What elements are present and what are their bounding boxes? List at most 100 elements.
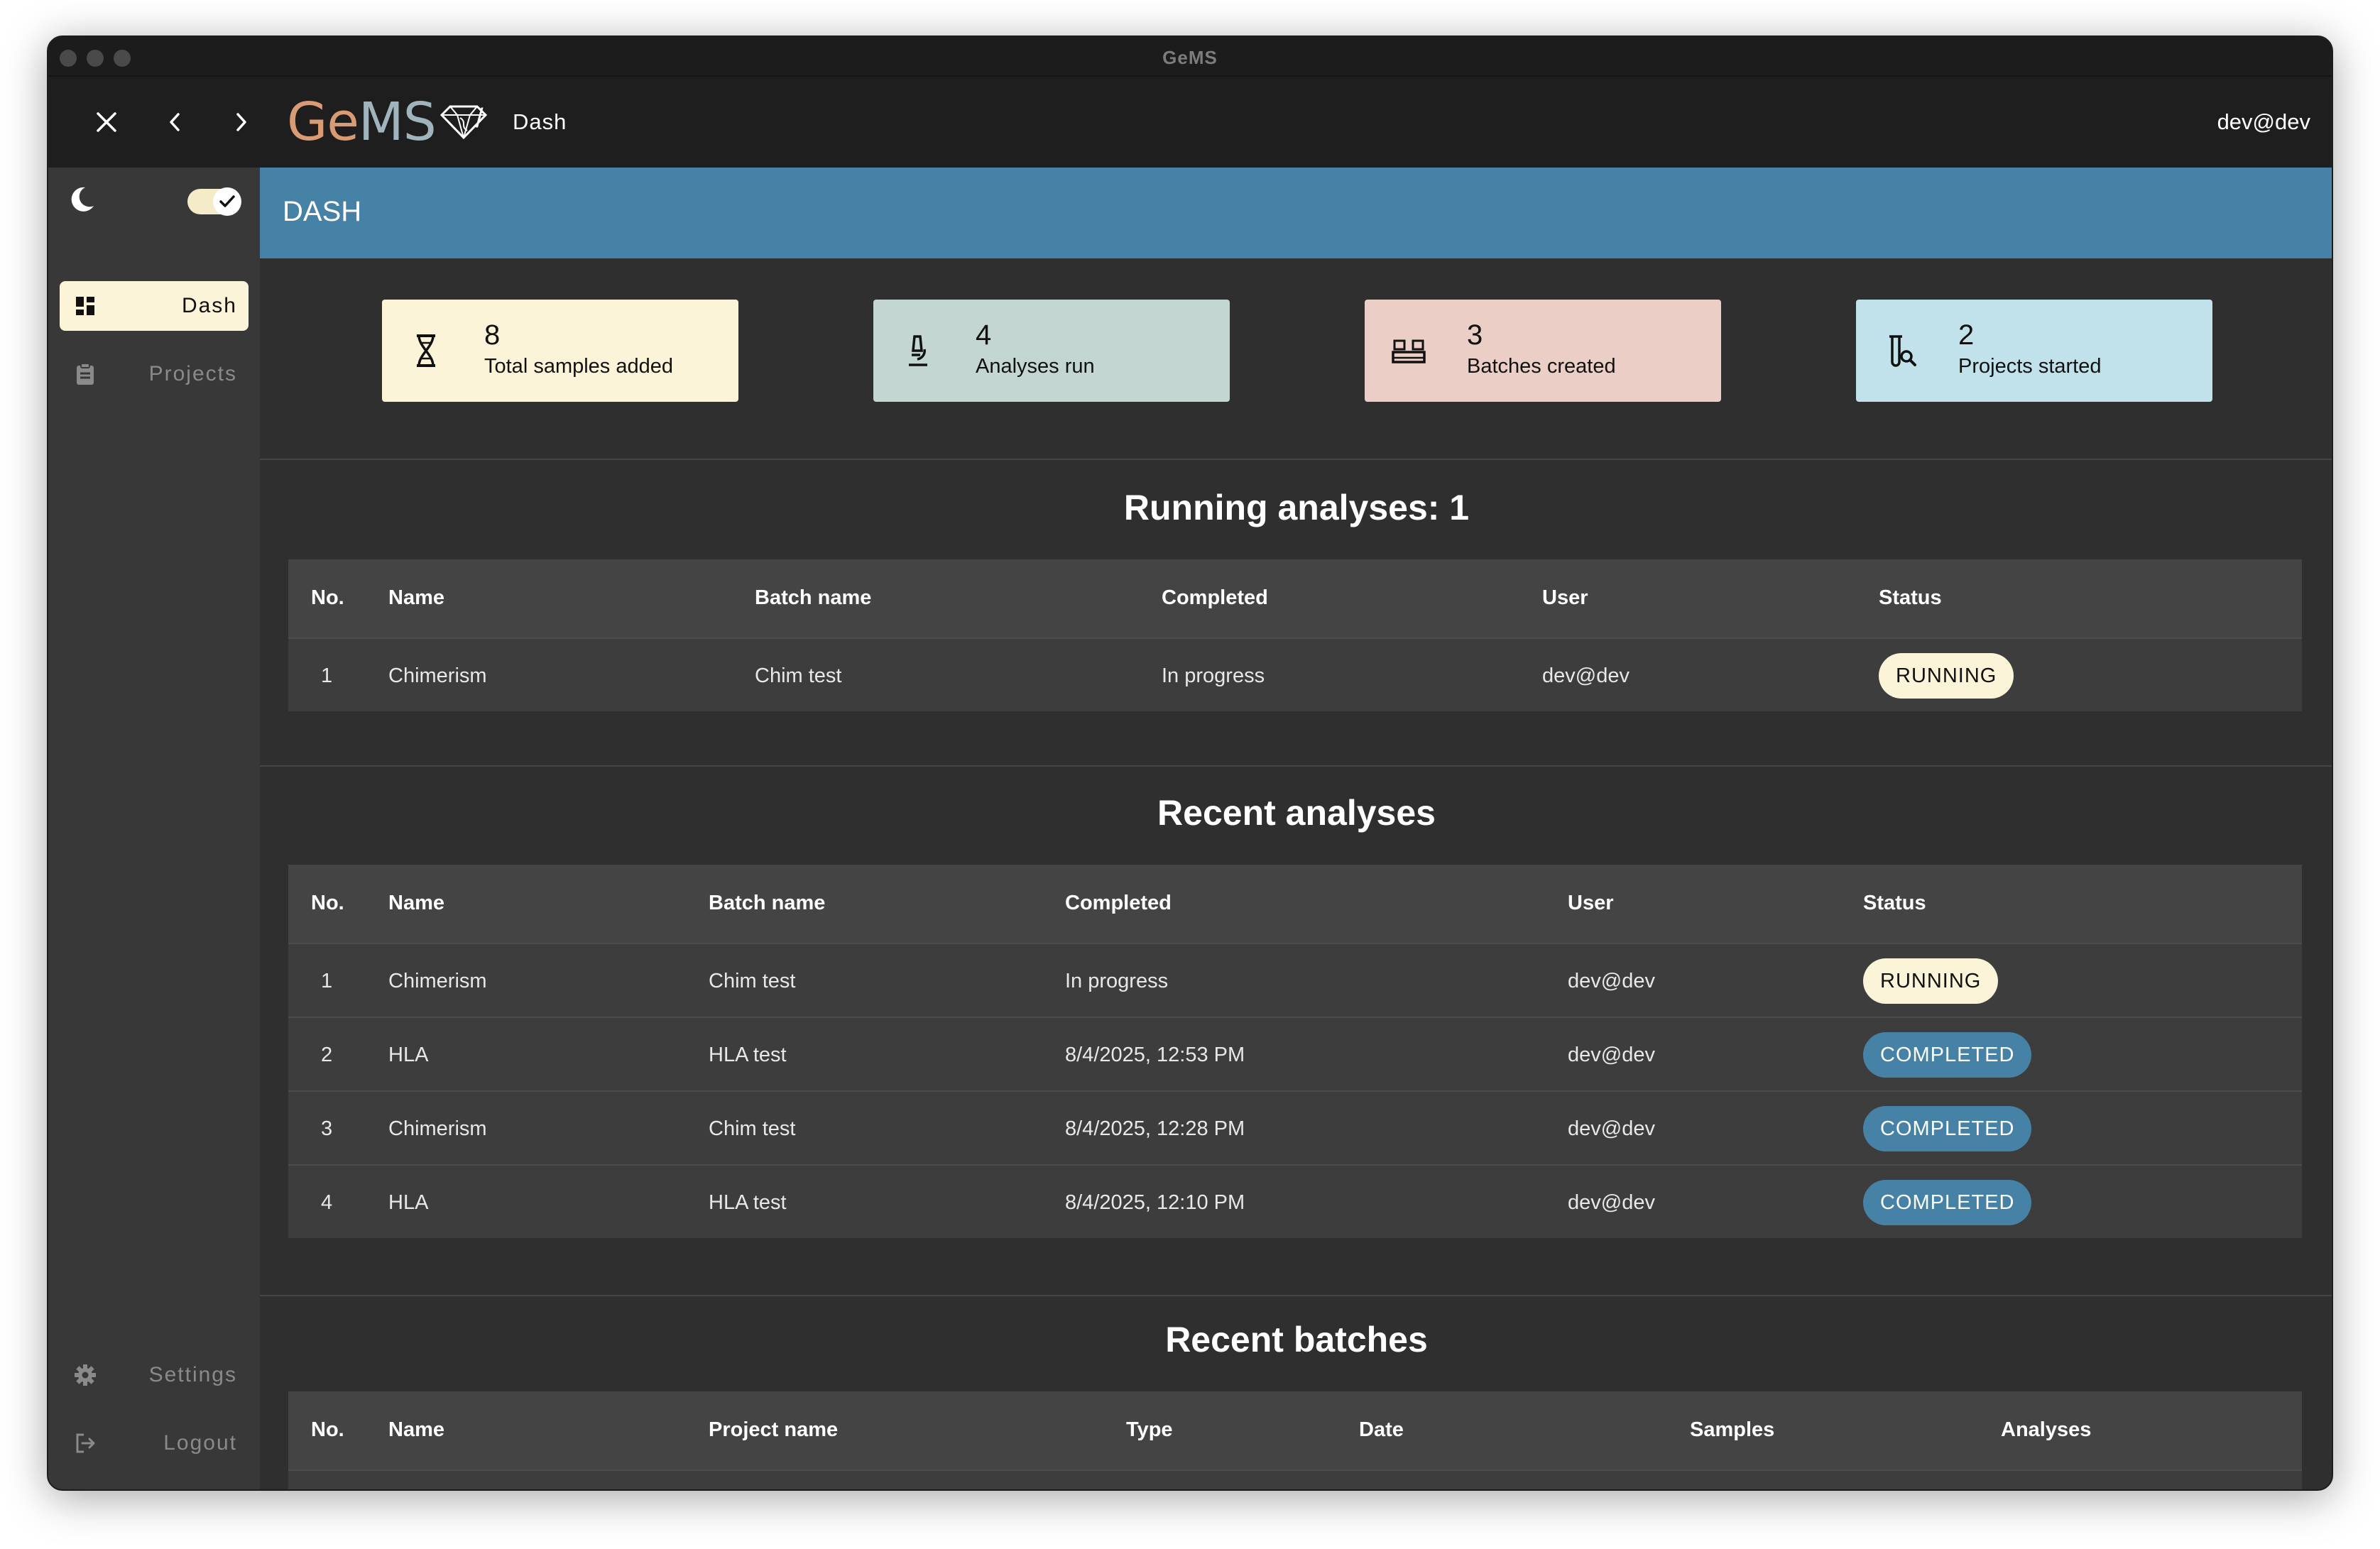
cell-user: dev@dev (1542, 664, 1630, 687)
table-row[interactable]: 3 Chimerism Chim test 8/4/2025, 12:28 PM… (288, 1090, 2302, 1164)
hourglass-dna-icon (406, 331, 446, 371)
sidebar-item-dash[interactable]: Dash (60, 281, 249, 331)
main-content: DASH 8 Total samples added 4 Analyses ru… (260, 168, 2332, 1489)
stat-value: 8 (484, 319, 501, 351)
recent-batches-table: No. Name Project name Type Date Samples … (288, 1391, 2302, 1489)
column-header[interactable]: User (1568, 892, 1614, 915)
column-header[interactable]: Name (388, 1418, 444, 1442)
top-bar: Ge MS / Dash dev@dev (48, 77, 2332, 168)
table-header: No. Name Batch name Completed User Statu… (288, 559, 2302, 637)
page-header: DASH (260, 168, 2332, 258)
cell-name: Chimerism (388, 970, 487, 992)
gems-logo[interactable]: Ge MS (287, 92, 488, 153)
cell-user: dev@dev (1568, 1191, 1655, 1214)
sidebar-item-label: Settings (148, 1363, 237, 1386)
close-icon[interactable] (88, 104, 125, 141)
column-header[interactable]: Completed (1065, 892, 1172, 915)
running-analyses-table: No. Name Batch name Completed User Statu… (288, 559, 2302, 711)
stat-card-analyses[interactable]: 4 Analyses run (873, 300, 1230, 402)
table-row[interactable]: 1 Chimerism Chim test In progress dev@de… (288, 943, 2302, 1017)
sidebar-item-settings[interactable]: Settings (60, 1350, 249, 1400)
page-title: DASH (283, 196, 362, 227)
dashboard-icon (74, 295, 97, 317)
cell-batch: HLA test (709, 1044, 787, 1066)
column-header[interactable]: User (1542, 586, 1588, 610)
cell-user: dev@dev (1568, 970, 1655, 992)
breadcrumb[interactable]: Dash (513, 109, 567, 135)
column-header[interactable]: Name (388, 892, 444, 915)
column-header[interactable]: Completed (1162, 586, 1268, 610)
stat-value: 3 (1467, 319, 1483, 351)
cell-name: Chimerism (388, 1117, 487, 1140)
stat-card-projects[interactable]: 2 Projects started (1856, 300, 2212, 402)
cell-completed: 8/4/2025, 12:28 PM (1065, 1117, 1245, 1140)
stat-label: Projects started (1958, 355, 2102, 378)
table-row[interactable] (288, 1469, 2302, 1489)
column-header[interactable]: Samples (1690, 1418, 1774, 1442)
sidebar-item-logout[interactable]: Logout (60, 1418, 249, 1468)
column-header[interactable]: Name (388, 586, 444, 610)
cell-user: dev@dev (1568, 1044, 1655, 1066)
app-window: GeMS Ge MS / Dash dev@dev Dash Projects … (47, 35, 2333, 1491)
moon-icon (71, 187, 94, 212)
section-divider (260, 1295, 2332, 1296)
cell-batch: Chim test (755, 664, 842, 687)
cell-name: HLA (388, 1191, 429, 1214)
column-header[interactable]: No. (311, 586, 344, 610)
cell-batch: HLA test (709, 1191, 787, 1214)
microscope-icon (897, 331, 937, 371)
stat-label: Total samples added (484, 355, 673, 378)
column-header[interactable]: Project name (709, 1418, 838, 1442)
dark-mode-toggle[interactable] (187, 187, 241, 216)
stat-card-samples[interactable]: 8 Total samples added (382, 300, 738, 402)
sidebar-item-projects[interactable]: Projects (60, 349, 249, 399)
stat-value: 2 (1958, 319, 1975, 351)
cell-batch: Chim test (709, 1117, 796, 1140)
section-divider (260, 765, 2332, 767)
column-header[interactable]: Type (1126, 1418, 1173, 1442)
gear-icon (74, 1364, 97, 1386)
table-row[interactable]: 4 HLA HLA test 8/4/2025, 12:10 PM dev@de… (288, 1164, 2302, 1238)
cell-completed: In progress (1162, 664, 1265, 687)
logout-icon (74, 1432, 97, 1455)
column-header[interactable]: No. (311, 1418, 344, 1442)
cell-no: 3 (321, 1117, 333, 1140)
column-header[interactable]: Analyses (2001, 1418, 2091, 1442)
logo-ge-text: Ge (287, 92, 359, 153)
cell-completed: 8/4/2025, 12:53 PM (1065, 1044, 1245, 1066)
table-row[interactable]: 1 Chimerism Chim test In progress dev@de… (288, 637, 2302, 711)
status-badge[interactable]: COMPLETED (1863, 1032, 2032, 1078)
status-badge[interactable]: RUNNING (1863, 958, 1999, 1004)
cell-no: 2 (321, 1044, 333, 1066)
status-badge[interactable]: COMPLETED (1863, 1106, 2032, 1151)
column-header[interactable]: Date (1359, 1418, 1404, 1442)
logo-ms-text: MS (358, 92, 437, 153)
stat-card-batches[interactable]: 3 Batches created (1365, 300, 1721, 402)
check-icon (219, 195, 235, 207)
stat-value: 4 (976, 319, 992, 351)
sidebar-item-label: Dash (181, 294, 237, 317)
cell-completed: 8/4/2025, 12:10 PM (1065, 1191, 1245, 1214)
back-chevron-icon[interactable] (156, 104, 193, 141)
cell-user: dev@dev (1568, 1117, 1655, 1140)
section-divider (260, 459, 2332, 460)
rack-icon (1389, 331, 1429, 371)
table-row[interactable]: 2 HLA HLA test 8/4/2025, 12:53 PM dev@de… (288, 1017, 2302, 1090)
column-header[interactable]: Status (1863, 892, 1926, 915)
sidebar-item-label: Logout (163, 1431, 237, 1455)
column-header[interactable]: Status (1879, 586, 1942, 610)
flask-search-icon (1880, 331, 1920, 371)
forward-chevron-icon[interactable] (223, 104, 260, 141)
column-header[interactable]: Batch name (755, 586, 871, 610)
current-user[interactable]: dev@dev (2217, 109, 2310, 135)
cell-completed: In progress (1065, 970, 1169, 992)
breadcrumb-separator: / (476, 104, 484, 133)
column-header[interactable]: No. (311, 892, 344, 915)
status-badge[interactable]: RUNNING (1879, 653, 2014, 699)
status-badge[interactable]: COMPLETED (1863, 1180, 2032, 1225)
recent-batches-title: Recent batches (1165, 1320, 1428, 1359)
table-header: No. Name Project name Type Date Samples … (288, 1391, 2302, 1469)
column-header[interactable]: Batch name (709, 892, 825, 915)
cell-name: HLA (388, 1044, 429, 1066)
clipboard-icon (74, 363, 97, 385)
